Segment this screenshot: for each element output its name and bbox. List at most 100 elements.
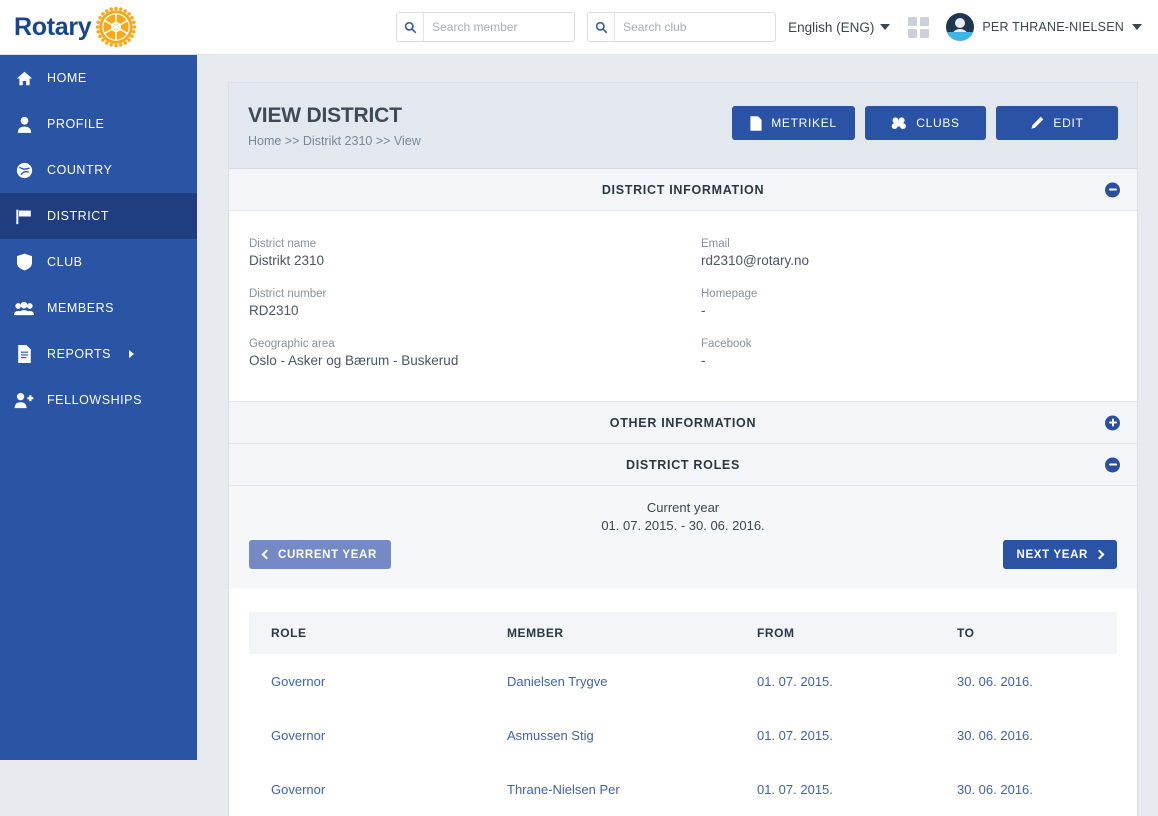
column-header-to: TO [935,612,1117,655]
field-label: District number [249,288,327,301]
search-member-input[interactable] [424,13,575,41]
sidebar-item-members[interactable]: MEMBERS [0,285,197,331]
rotary-gear-icon [95,6,137,48]
section-header-district-roles[interactable]: DISTRICT ROLES [229,444,1137,487]
district-roles-table: ROLE MEMBER FROM TO Governor Danielsen T… [249,612,1117,816]
field-value: rd2310@rotary.no [701,253,810,269]
minus-circle-icon[interactable] [1105,457,1120,473]
column-header-from: FROM [735,612,935,655]
metrikel-button[interactable]: METRIKEL [732,106,855,140]
sidebar-item-reports[interactable]: REPORTS [0,331,197,377]
plus-circle-icon[interactable] [1105,415,1120,431]
field-email: Email rd2310@rotary.no [701,238,1137,268]
user-avatar-icon [946,13,975,41]
search-member-box[interactable] [396,12,576,42]
district-card: VIEW DISTRICT Home >> Distrikt 2310 >> V… [228,82,1138,816]
grid-cell [920,16,930,26]
page-title: VIEW DISTRICT [248,104,402,127]
sidebar-item-home[interactable]: HOME [0,55,197,101]
page-header-actions: METRIKEL CLUBS EDIT [732,104,1118,140]
grid-cell [920,28,930,38]
district-info-left-column: District name Distrikt 2310 District num… [229,238,683,368]
field-label: Facebook [701,338,752,351]
cell-member[interactable]: Thrane-Nielsen Per [485,762,735,816]
field-value: RD2310 [249,303,299,319]
current-year-block: Current year 01. 07. 2015. - 30. 06. 201… [249,500,1117,533]
field-value: - [701,353,706,369]
current-year-button[interactable]: CURRENT YEAR [249,540,391,570]
table-body: Governor Danielsen Trygve 01. 07. 2015. … [249,654,1117,816]
sidebar-item-label: DISTRICT [47,209,110,223]
cell-role: Governor [271,674,326,690]
sidebar-item-club[interactable]: CLUB [0,239,197,285]
minus-circle-icon[interactable] [1105,182,1120,198]
page-header: VIEW DISTRICT Home >> Distrikt 2310 >> V… [229,83,1137,170]
sidebar-item-label: COUNTRY [47,163,113,177]
cell-role: Governor [271,782,326,798]
field-label: Geographic area [249,338,335,351]
language-label: English (ENG) [788,19,875,35]
file-icon [750,115,762,131]
section-header-district-information[interactable]: DISTRICT INFORMATION [229,169,1137,212]
current-year-range: 01. 07. 2015. - 30. 06. 2016. [601,518,765,534]
section-title: OTHER INFORMATION [609,415,757,430]
page-header-titles: VIEW DISTRICT Home >> Distrikt 2310 >> V… [248,104,421,148]
grid-cell [908,28,918,38]
district-info-right-column: Email rd2310@rotary.no Homepage - Facebo… [683,238,1137,368]
shield-icon [14,252,34,272]
cell-to: 30. 06. 2016. [957,728,1033,744]
search-club-input[interactable] [615,13,776,41]
next-year-button[interactable]: NEXT YEAR [1002,540,1117,570]
table-header: ROLE MEMBER FROM TO [249,612,1117,655]
cell-from: 01. 07. 2015. [757,728,833,744]
metrikel-label: METRIKEL [771,116,837,130]
user-plus-icon [14,390,34,410]
clubs-label: CLUBS [916,116,960,130]
field-value: Oslo - Asker og Bærum - Buskerud [249,353,459,369]
chevron-right-icon [1094,549,1105,560]
edit-button[interactable]: EDIT [996,106,1118,140]
field-value: - [701,303,706,319]
chevron-right-icon [129,350,135,358]
field-label: Email [701,238,730,251]
cell-from: 01. 07. 2015. [757,674,833,690]
brand-logo[interactable]: Rotary [0,0,197,55]
field-district-number: District number RD2310 [249,288,683,318]
next-year-button-label: NEXT YEAR [1016,548,1088,561]
main-content: VIEW DISTRICT Home >> Distrikt 2310 >> V… [197,55,1158,816]
chevron-down-icon [1132,24,1142,30]
brand-name: Rotary [14,12,92,41]
district-information-body: District name Distrikt 2310 District num… [229,211,1137,403]
user-menu[interactable]: PER THRANE-NIELSEN [946,13,1142,41]
edit-label: EDIT [1053,116,1084,130]
section-title: DISTRICT INFORMATION [601,182,765,197]
sidebar-item-country[interactable]: COUNTRY [0,147,197,193]
current-year-button-label: CURRENT YEAR [278,548,377,561]
field-district-name: District name Distrikt 2310 [249,238,683,268]
grid-apps-icon[interactable] [908,16,930,38]
sidebar-item-district[interactable]: DISTRICT [0,193,197,239]
table-row[interactable]: Governor Asmussen Stig 01. 07. 2015. 30.… [249,708,1117,762]
sidebar-item-profile[interactable]: PROFILE [0,101,197,147]
language-selector[interactable]: English (ENG) [788,19,891,35]
cell-member[interactable]: Danielsen Trygve [485,654,735,708]
user-name-label: PER THRANE-NIELSEN [982,20,1124,34]
field-geographic-area: Geographic area Oslo - Asker og Bærum - … [249,338,683,368]
sidebar-item-fellowships[interactable]: FELLOWSHIPS [0,377,197,423]
search-club-box[interactable] [587,12,777,42]
sidebar-item-label: FELLOWSHIPS [47,393,142,407]
cell-to: 30. 06. 2016. [957,782,1033,798]
sidebar-item-label: CLUB [47,255,83,269]
section-header-other-information[interactable]: OTHER INFORMATION [229,402,1137,445]
year-nav-buttons: CURRENT YEAR NEXT YEAR [249,540,1117,570]
grid-cell [908,16,918,26]
breadcrumb: Home >> Distrikt 2310 >> View [248,134,421,149]
chevron-down-icon [880,24,891,30]
field-homepage: Homepage - [701,288,1137,318]
cell-member[interactable]: Asmussen Stig [485,708,735,762]
cell-to: 30. 06. 2016. [957,674,1033,690]
clubs-button[interactable]: CLUBS [865,106,986,140]
table-row[interactable]: Governor Thrane-Nielsen Per 01. 07. 2015… [249,762,1117,816]
field-label: District name [249,238,317,251]
table-row[interactable]: Governor Danielsen Trygve 01. 07. 2015. … [249,654,1117,708]
